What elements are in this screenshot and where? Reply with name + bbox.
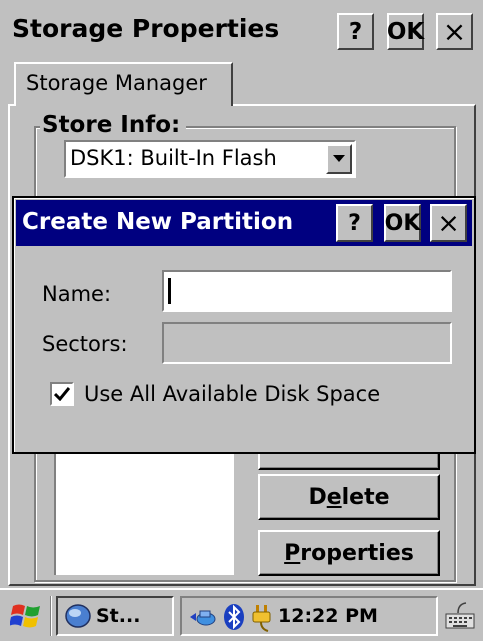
delete-button-label: Delete	[308, 484, 390, 510]
network-icon[interactable]	[188, 604, 218, 630]
partition-list[interactable]	[54, 445, 234, 575]
dialog-ok-button[interactable]: OK	[384, 204, 421, 242]
dialog-close-button[interactable]: ×	[430, 204, 467, 242]
power-plug-icon[interactable]	[250, 603, 274, 633]
bluetooth-icon[interactable]	[222, 603, 246, 631]
name-label: Name:	[42, 282, 112, 306]
window-title-bar: Storage Properties ? OK ×	[0, 0, 483, 62]
taskbar-task-storage[interactable]: St...	[56, 596, 174, 636]
checkmark-icon	[54, 387, 70, 401]
dialog-title: Create New Partition	[22, 209, 294, 235]
taskbar-task-label: St...	[96, 605, 141, 627]
properties-button[interactable]: Properties	[258, 530, 440, 576]
dialog-help-button[interactable]: ?	[336, 204, 373, 242]
window-close-button[interactable]: ×	[436, 13, 473, 50]
use-all-space-checkbox[interactable]	[50, 382, 74, 406]
system-tray: 12:22 PM	[180, 596, 438, 636]
chevron-down-icon	[333, 155, 345, 162]
dialog-title-bar: Create New Partition ? OK ×	[16, 200, 472, 246]
tab-storage-manager[interactable]: Storage Manager	[14, 62, 233, 106]
keyboard-icon[interactable]	[444, 600, 476, 632]
delete-button[interactable]: Delete	[258, 474, 440, 520]
tab-label: Storage Manager	[26, 71, 207, 95]
name-input[interactable]	[162, 270, 452, 312]
store-select[interactable]: DSK1: Built-In Flash	[64, 140, 356, 178]
store-select-dropdown-button[interactable]	[326, 144, 352, 174]
windows-start-icon[interactable]	[9, 600, 44, 632]
clock[interactable]: 12:22 PM	[278, 605, 378, 627]
window-title: Storage Properties	[12, 14, 280, 43]
create-partition-dialog: Create New Partition ? OK × Name: Sector…	[12, 196, 476, 454]
store-info-label: Store Info:	[40, 112, 187, 138]
sectors-label: Sectors:	[42, 332, 128, 356]
window-help-button[interactable]: ?	[337, 13, 374, 50]
use-all-space-label: Use All Available Disk Space	[84, 382, 381, 406]
sectors-input[interactable]	[162, 322, 452, 364]
properties-button-label: Properties	[284, 540, 414, 566]
taskbar-separator	[50, 596, 52, 636]
storage-app-icon	[65, 604, 91, 628]
taskbar: St... 12:22 PM	[0, 588, 483, 641]
text-caret	[168, 278, 171, 304]
store-select-value: DSK1: Built-In Flash	[70, 146, 277, 170]
window-ok-button[interactable]: OK	[387, 13, 424, 50]
